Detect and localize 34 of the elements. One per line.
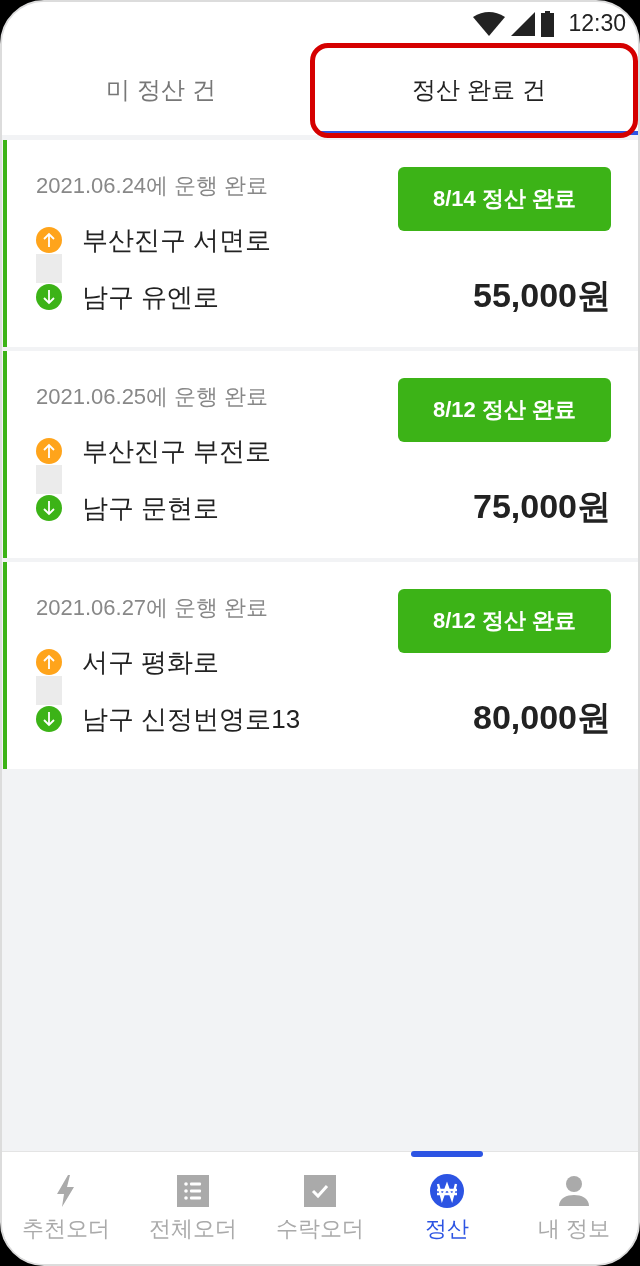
order-card[interactable]: 2021.06.27에 운행 완료 서구 평화로 남구 신정번영로13 8/12 정산 완료 80,000원 (3, 562, 638, 769)
order-card[interactable]: 2021.06.25에 운행 완료 부산진구 부전로 남구 문현로 8/12 정산 완료 75,000원 (3, 351, 638, 558)
nav-label: 내 정보 (538, 1215, 611, 1243)
pickup-address: 부산진구 서면로 (82, 223, 272, 257)
checkbox-icon (303, 1174, 337, 1208)
list-icon (175, 1174, 210, 1208)
nav-label: 추천오더 (21, 1215, 110, 1243)
route-connector (36, 254, 62, 283)
won-icon (430, 1174, 465, 1208)
person-icon (557, 1174, 592, 1208)
dropoff-address: 남구 문현로 (82, 491, 220, 525)
route-connector (36, 676, 62, 705)
amount: 55,000원 (473, 275, 611, 315)
nav-label: 수락오더 (276, 1215, 364, 1243)
dropoff-address: 남구 유엔로 (82, 280, 220, 314)
amount: 80,000원 (473, 697, 611, 737)
clock-time: 12:30 (568, 10, 626, 37)
pickup-address: 부산진구 부전로 (82, 434, 272, 468)
completed-date: 2021.06.24에 운행 완료 (36, 172, 270, 200)
settlement-button[interactable]: 8/14 정산 완료 (398, 167, 611, 231)
completed-date: 2021.06.27에 운행 완료 (36, 594, 270, 622)
settlement-button[interactable]: 8/12 정산 완료 (398, 378, 611, 442)
pickup-address: 서구 평화로 (82, 645, 220, 679)
battery-icon (541, 10, 555, 37)
nav-label: 전체오더 (148, 1215, 237, 1243)
completed-date: 2021.06.25에 운행 완료 (36, 383, 270, 411)
order-card[interactable]: 2021.06.24에 운행 완료 부산진구 서면로 남구 유엔로 8/14 정산 완료 55,000원 (3, 140, 638, 347)
settlement-button[interactable]: 8/12 정산 완료 (398, 589, 611, 653)
signal-icon (511, 11, 536, 36)
route-connector (36, 465, 62, 494)
amount: 75,000원 (473, 486, 611, 526)
wifi-icon (473, 11, 506, 36)
dropoff-address: 남구 신정번영로13 (82, 702, 301, 736)
nav-label: 정산 (425, 1215, 470, 1243)
